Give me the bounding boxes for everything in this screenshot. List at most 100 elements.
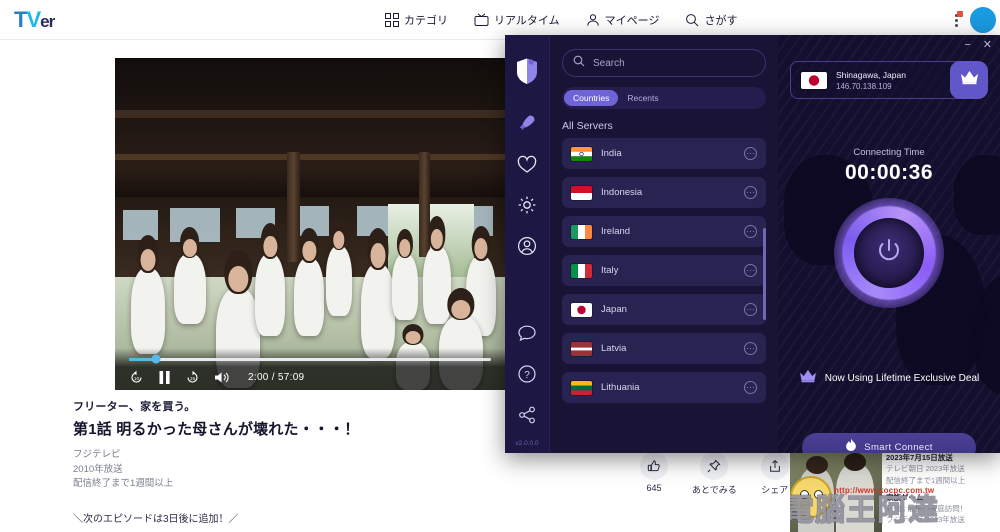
flame-icon [845,438,857,453]
minimize-button[interactable]: − [964,40,970,51]
forward-15-icon[interactable]: 15 [185,370,200,385]
vpn-main-panel: − ✕ Shinagawa, Japan 146.70.138.109 Conn… [778,35,1000,453]
share-button[interactable]: シェア [760,452,789,496]
grid-icon [385,13,399,27]
power-button[interactable] [834,198,944,308]
thumbs-up-icon [640,452,668,480]
nav-item-search[interactable]: さがす [685,12,737,28]
flag-italy [571,263,592,278]
list-item[interactable]: Ireland [562,216,766,247]
country-options-icon[interactable] [744,225,757,238]
country-options-icon[interactable] [744,342,757,355]
search-icon [573,54,585,72]
broadcast-year: 2010年放送 [73,463,123,475]
nav-item-realtime[interactable]: リアルタイム [474,12,560,28]
rocket-icon[interactable] [513,109,541,137]
country-label: Japan [601,304,627,315]
recommendation-card[interactable]: 2023年7月15日放送 テレビ朝日 2023年放送 配信終了まで1週間以上 家… [790,450,1000,532]
list-item[interactable]: Italy [562,255,766,286]
browser-toolbar-right [948,0,996,40]
flag-indonesia [571,185,592,200]
like-button[interactable]: 645 [640,452,668,496]
smart-connect-label: Smart Connect [864,442,933,453]
nav-label-category: カテゴリ [404,15,448,27]
list-item[interactable]: India [562,138,766,169]
nav-item-category[interactable]: カテゴリ [385,12,448,28]
country-options-icon[interactable] [744,264,757,277]
nav-label-realtime: リアルタイム [494,15,560,27]
logo-v: V [26,6,41,32]
country-options-icon[interactable] [744,381,757,394]
logo-t: T [14,6,27,32]
country-label: Ireland [601,226,631,237]
smart-connect-button[interactable]: Smart Connect [802,433,976,453]
broadcaster: フジテレビ [73,449,121,460]
next-episode-note: ＼次のエピソードは3日後に追加！／ [73,514,239,525]
list-item[interactable]: Indonesia [562,177,766,208]
pause-button[interactable] [158,370,171,385]
flag-lithuania [571,380,592,395]
help-icon[interactable]: ? [513,360,541,388]
list-tabs: Countries Recents [562,87,766,109]
chat-icon[interactable] [513,319,541,347]
like-count: 645 [646,483,662,493]
action-row: 645 あとでみる シェア [640,452,789,496]
flag-japan [571,302,592,317]
crown-icon [799,369,817,388]
vpn-sidebar-rail: ? v2.0.0.0 [505,35,550,453]
premium-crown-button[interactable] [950,61,988,99]
progress-track[interactable] [129,354,491,364]
watch-later-button[interactable]: あとでみる [692,452,737,496]
search-icon [685,13,699,27]
nav-item-mypage[interactable]: マイページ [586,12,659,28]
server-info: Shinagawa, Japan 146.70.138.109 [836,70,906,91]
shield-logo-icon[interactable] [513,57,541,85]
volume-icon[interactable] [214,370,230,385]
server-name: Shinagawa, Japan [836,69,906,80]
heart-icon[interactable] [513,150,541,178]
episode-title: 第1話 明るかった母さんが壊れた・・・！ [73,421,360,438]
server-ip: 146.70.138.109 [836,81,892,91]
svg-text:?: ? [524,370,530,381]
menu-update-badge [957,11,963,17]
list-item[interactable]: Japan [562,294,766,325]
watermark-url: http://www.kocpc.com.tw [834,486,935,495]
tab-countries[interactable]: Countries [564,90,619,106]
browser-header: T Ver カテゴリ リアルタイム マイページ さがす [0,0,1000,40]
country-list[interactable]: India Indonesia Ireland Italy Japan Latv… [562,138,766,406]
progress-bar[interactable] [129,354,491,364]
tver-logo[interactable]: T Ver [14,6,55,33]
tab-recents[interactable]: Recents [618,90,667,106]
country-label: Italy [601,265,619,276]
window-controls: − ✕ [964,40,992,51]
country-options-icon[interactable] [744,147,757,160]
avatar[interactable] [970,7,996,33]
country-options-icon[interactable] [744,303,757,316]
search-input[interactable]: Search [562,49,766,77]
connected-server-card[interactable]: Shinagawa, Japan 146.70.138.109 [790,61,965,99]
country-options-icon[interactable] [744,186,757,199]
account-icon[interactable] [513,232,541,260]
vpn-app-window[interactable]: ? v2.0.0.0 Search Countries Recents All … [505,35,1000,453]
share-icon[interactable] [513,401,541,429]
gear-icon[interactable] [513,191,541,219]
flag-latvia [571,341,592,356]
person-icon [586,13,600,27]
reco-line-1: 2023年7月15日放送 [886,453,953,462]
list-scrollbar[interactable] [763,228,766,320]
share-label: シェア [761,485,789,495]
list-item[interactable]: Latvia [562,333,766,364]
progress-knob[interactable] [151,354,161,364]
video-player[interactable]: 10 15 2:00 / 57:09 [115,58,505,390]
list-header: All Servers [562,120,613,132]
country-label: Lithuania [601,382,640,393]
search-placeholder: Search [593,57,625,69]
rewind-10-icon[interactable]: 10 [129,370,144,385]
svg-text:10: 10 [134,376,140,381]
deal-text: Now Using Lifetime Exclusive Deal [824,373,980,384]
svg-text:15: 15 [190,376,196,381]
list-item[interactable]: Lithuania [562,372,766,403]
chrome-menu-icon[interactable] [948,9,964,31]
deal-banner: Now Using Lifetime Exclusive Deal [778,369,1000,388]
close-button[interactable]: ✕ [983,40,992,51]
